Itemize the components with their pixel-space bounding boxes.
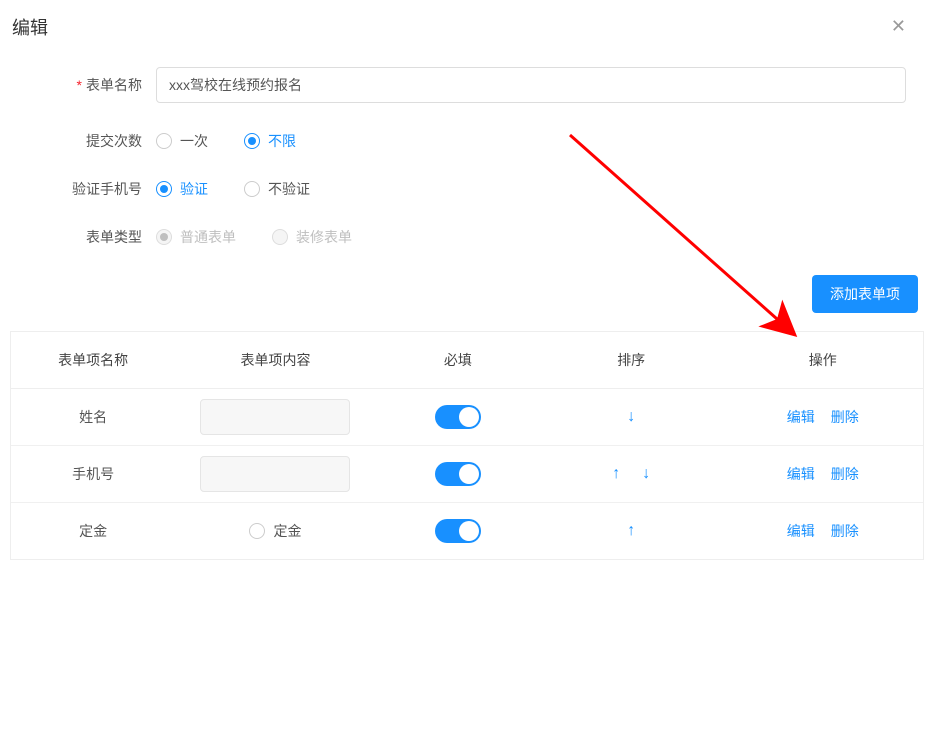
radio-group-verify-phone: 验证 不验证 — [156, 179, 310, 199]
radio-verify-no[interactable]: 不验证 — [244, 179, 310, 199]
label-form-type: 表单类型 — [16, 227, 156, 247]
th-required: 必填 — [376, 332, 540, 388]
label-verify-phone: 验证手机号 — [16, 179, 156, 199]
radio-type-normal: 普通表单 — [156, 227, 236, 247]
dialog-title: 编辑 — [12, 14, 48, 40]
item-content-input[interactable] — [200, 456, 350, 492]
radio-submit-unlimited[interactable]: 不限 — [244, 131, 296, 151]
sort-down-icon[interactable]: ↓ — [642, 466, 650, 482]
required-asterisk: * — [77, 77, 82, 93]
table-row: 定金 定金 ↑ 编辑 删除 — [11, 503, 923, 559]
table-row: 姓名 ↓ 编辑 删除 — [11, 389, 923, 446]
radio-submit-once[interactable]: 一次 — [156, 131, 208, 151]
edit-link[interactable]: 编辑 — [787, 464, 815, 484]
item-content-input[interactable] — [200, 399, 350, 435]
form-items-table: 表单项名称 表单项内容 必填 排序 操作 姓名 ↓ 编辑 删除 手机号 — [10, 331, 924, 560]
table-row: 手机号 ↑ ↓ 编辑 删除 — [11, 446, 923, 503]
input-form-name[interactable] — [156, 67, 906, 103]
required-toggle[interactable] — [435, 519, 481, 543]
sort-up-icon[interactable]: ↑ — [612, 466, 620, 482]
sort-up-icon[interactable]: ↑ — [627, 523, 635, 539]
radio-type-decorate: 装修表单 — [272, 227, 352, 247]
label-submit-times: 提交次数 — [16, 131, 156, 151]
cell-name: 定金 — [11, 503, 175, 559]
delete-link[interactable]: 删除 — [831, 521, 859, 541]
th-sort: 排序 — [540, 332, 722, 388]
radio-verify-yes[interactable]: 验证 — [156, 179, 208, 199]
required-toggle[interactable] — [435, 405, 481, 429]
th-name: 表单项名称 — [11, 332, 175, 388]
sort-down-icon[interactable]: ↓ — [627, 409, 635, 425]
edit-link[interactable]: 编辑 — [787, 407, 815, 427]
delete-link[interactable]: 删除 — [831, 464, 859, 484]
label-form-name: *表单名称 — [16, 75, 156, 95]
close-icon[interactable]: ✕ — [883, 12, 914, 41]
cell-name: 姓名 — [11, 389, 175, 445]
th-ops: 操作 — [722, 332, 923, 388]
required-toggle[interactable] — [435, 462, 481, 486]
radio-group-submit-times: 一次 不限 — [156, 131, 296, 151]
delete-link[interactable]: 删除 — [831, 407, 859, 427]
th-content: 表单项内容 — [175, 332, 376, 388]
add-form-item-button[interactable]: 添加表单项 — [812, 275, 918, 313]
cell-name: 手机号 — [11, 446, 175, 502]
radio-group-form-type: 普通表单 装修表单 — [156, 227, 352, 247]
edit-link[interactable]: 编辑 — [787, 521, 815, 541]
deposit-radio[interactable]: 定金 — [249, 521, 301, 541]
